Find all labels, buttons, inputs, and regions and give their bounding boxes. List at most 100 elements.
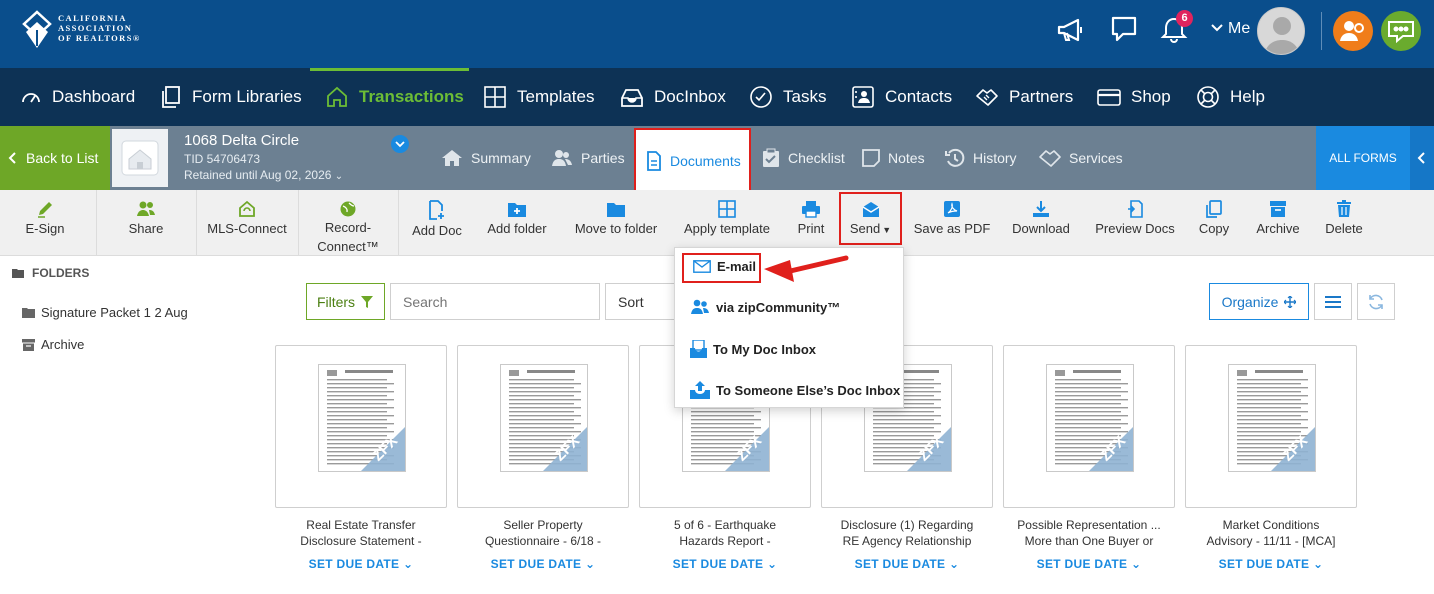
messenger-button[interactable]	[1381, 11, 1421, 51]
tab-services[interactable]: Services	[1039, 126, 1123, 190]
copy-button[interactable]: Copy	[1192, 190, 1236, 256]
megaphone-icon[interactable]	[1055, 15, 1085, 45]
nav-dashboard[interactable]: Dashboard	[20, 68, 135, 126]
document-page-icon	[1047, 365, 1133, 471]
folder-item-label: Archive	[41, 337, 85, 352]
handshake-icon	[1039, 150, 1061, 167]
inbox-document-icon	[690, 340, 707, 358]
preview-docs-label: Preview Docs	[1095, 221, 1175, 236]
add-folder-button[interactable]: Add folder	[482, 190, 552, 256]
document-title[interactable]: Market Conditions Advisory - 11/11 - [MCA…	[1185, 517, 1357, 549]
tab-services-label: Services	[1069, 150, 1123, 166]
document-page-icon	[319, 365, 405, 471]
document-card[interactable]: ZFX	[457, 345, 629, 508]
search-input[interactable]	[390, 283, 600, 320]
transaction-address: 1068 Delta Circle	[184, 132, 300, 149]
nav-form-libraries[interactable]: Form Libraries	[160, 68, 302, 126]
house-sync-icon	[239, 200, 255, 217]
folder-item-archive[interactable]: Archive	[22, 337, 84, 352]
sort-label: Sort	[618, 293, 644, 310]
tab-history[interactable]: History	[945, 126, 1017, 190]
car-logo-icon[interactable]	[22, 10, 52, 50]
nav-help-label: Help	[1230, 87, 1265, 106]
send-zipcommunity-option[interactable]: via zipCommunity™	[690, 299, 840, 315]
set-due-date-link[interactable]: SET DUE DATE ⌄	[457, 557, 629, 571]
refresh-button[interactable]	[1357, 283, 1395, 320]
tab-parties[interactable]: Parties	[551, 126, 625, 190]
share-button[interactable]: Share	[110, 190, 182, 256]
set-due-date-label: SET DUE DATE	[490, 557, 582, 571]
retention-date[interactable]: Retained until Aug 02, 2026 ⌄	[184, 168, 343, 182]
tab-notes[interactable]: Notes	[862, 126, 925, 190]
preview-docs-button[interactable]: Preview Docs	[1090, 190, 1180, 256]
move-to-folder-button[interactable]: Move to folder	[566, 190, 666, 256]
tab-checklist[interactable]: Checklist	[762, 126, 845, 190]
handshake-icon	[976, 89, 998, 106]
back-to-list-label: Back to List	[26, 150, 99, 166]
document-title[interactable]: 5 of 6 - Earthquake Hazards Report -	[639, 517, 811, 549]
record-connect-button[interactable]: Record- Connect™	[306, 190, 390, 256]
side-panel-toggle[interactable]	[1410, 126, 1434, 190]
mls-connect-button[interactable]: MLS-Connect	[204, 190, 290, 256]
tab-summary[interactable]: Summary	[441, 126, 531, 190]
document-title[interactable]: Real Estate Transfer Disclosure Statement…	[275, 517, 447, 549]
chat-icon[interactable]	[1110, 15, 1138, 43]
grid-icon	[718, 200, 736, 218]
avatar[interactable]	[1257, 7, 1305, 55]
download-button[interactable]: Download	[1006, 190, 1076, 256]
add-folder-label: Add folder	[487, 221, 547, 236]
set-due-date-link[interactable]: SET DUE DATE ⌄	[639, 557, 811, 571]
folder-item[interactable]: Signature Packet 1 2 Aug	[22, 305, 188, 320]
document-title-line-2: Hazards Report -	[679, 534, 771, 548]
nav-transactions[interactable]: Transactions	[325, 68, 464, 126]
nav-help[interactable]: Help	[1196, 68, 1265, 126]
set-due-date-link[interactable]: SET DUE DATE ⌄	[275, 557, 447, 571]
list-view-button[interactable]	[1314, 283, 1352, 320]
document-title-line-1: Disclosure (1) Regarding	[840, 518, 974, 532]
tab-history-label: History	[973, 150, 1017, 166]
set-due-date-link[interactable]: SET DUE DATE ⌄	[1185, 557, 1357, 571]
nav-templates-label: Templates	[517, 87, 595, 106]
nav-shop[interactable]: Shop	[1097, 68, 1171, 126]
esign-button[interactable]: E-Sign	[8, 190, 82, 256]
nav-templates[interactable]: Templates	[483, 68, 594, 126]
mls-connect-label: MLS-Connect	[207, 221, 287, 236]
nav-docinbox[interactable]: DocInbox	[620, 68, 726, 126]
set-due-date-link[interactable]: SET DUE DATE ⌄	[821, 557, 993, 571]
toolbar-divider	[298, 190, 299, 256]
archive-button[interactable]: Archive	[1250, 190, 1306, 256]
all-forms-button[interactable]: ALL FORMS	[1316, 126, 1410, 190]
community-button[interactable]	[1333, 11, 1373, 51]
save-as-pdf-button[interactable]: Save as PDF	[912, 190, 992, 256]
sort-select[interactable]: Sort	[605, 283, 685, 320]
user-silhouette-icon	[1264, 17, 1300, 54]
add-doc-button[interactable]: Add Doc	[406, 190, 468, 256]
tab-notes-label: Notes	[888, 150, 925, 166]
set-due-date-link[interactable]: SET DUE DATE ⌄	[1003, 557, 1175, 571]
document-card[interactable]: ZFX	[275, 345, 447, 508]
nav-contacts[interactable]: Contacts	[851, 68, 952, 126]
send-my-inbox-option[interactable]: To My Doc Inbox	[690, 340, 816, 358]
document-card[interactable]: ZFX	[1185, 345, 1357, 508]
document-title[interactable]: Disclosure (1) Regarding RE Agency Relati…	[821, 517, 993, 549]
nav-tasks[interactable]: Tasks	[749, 68, 826, 126]
document-card[interactable]: ZFX	[1003, 345, 1175, 508]
back-to-list-button[interactable]: Back to List	[0, 126, 110, 190]
transaction-menu-button[interactable]	[391, 135, 409, 153]
nav-partners[interactable]: Partners	[975, 68, 1073, 126]
funnel-icon	[361, 295, 374, 308]
filters-button[interactable]: Filters	[306, 283, 385, 320]
chevron-down-icon[interactable]	[1211, 23, 1223, 33]
send-else-inbox-option[interactable]: To Someone Else’s Doc Inbox	[690, 381, 900, 399]
tab-documents[interactable]: Documents	[634, 128, 751, 193]
nav-contacts-label: Contacts	[885, 87, 953, 106]
filters-label: Filters	[316, 293, 356, 310]
user-menu-label[interactable]: Me	[1228, 20, 1250, 38]
document-title[interactable]: Possible Representation ... More than One…	[1003, 517, 1175, 549]
folders-title-text: FOLDERS	[32, 266, 90, 280]
document-title[interactable]: Seller Property Questionnaire - 6/18 -	[457, 517, 629, 549]
document-title-line-2: More than One Buyer or	[1024, 534, 1154, 548]
lifebuoy-icon	[1197, 86, 1219, 108]
organize-button[interactable]: Organize	[1209, 283, 1309, 320]
delete-button[interactable]: Delete	[1320, 190, 1368, 256]
